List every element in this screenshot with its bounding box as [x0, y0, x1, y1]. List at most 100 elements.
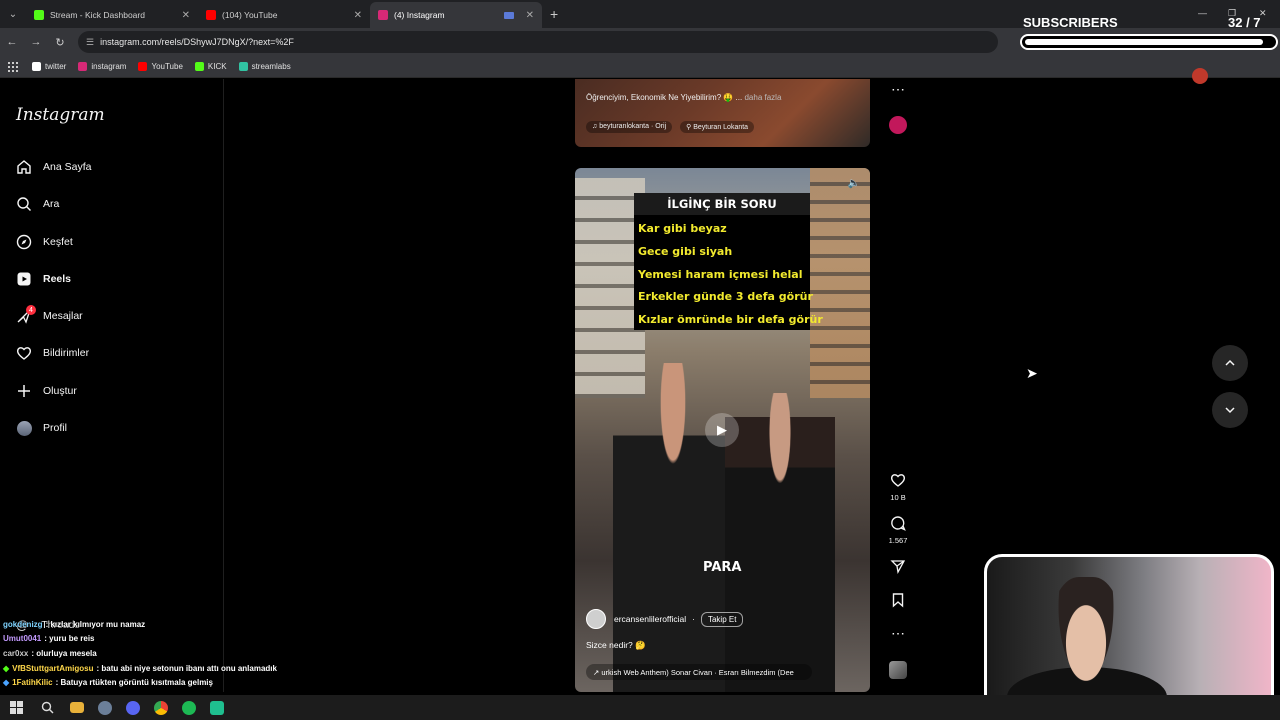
compass-icon	[16, 234, 32, 250]
sidebar-item-reels[interactable]: Reels	[16, 271, 71, 287]
tab-title: (4) Instagram	[394, 10, 445, 20]
chat-username: car0xx	[3, 648, 29, 658]
chat-text: : kızlar kılmıyor mu namaz	[45, 619, 146, 629]
messenger-icon: 4	[16, 305, 36, 324]
reels-icon	[16, 271, 32, 287]
cast-icon	[503, 11, 514, 19]
reload-icon[interactable]: ↻	[48, 36, 72, 49]
back-icon[interactable]: ←	[0, 36, 24, 48]
tab-kick-dashboard[interactable]: Stream - Kick Dashboard ✕	[26, 2, 198, 28]
badge-icon: ◆	[3, 678, 10, 688]
bookmarks-bar: twitter instagram YouTube KICK streamlab…	[0, 56, 1280, 78]
audio-pill[interactable]: ↗ urkish Web Anthem) Sonar Civan · Esrar…	[586, 664, 812, 680]
sidebar-item-home[interactable]: Ana Sayfa	[16, 159, 91, 175]
avatar[interactable]	[586, 609, 606, 629]
close-icon[interactable]: ✕	[182, 10, 190, 21]
bookmark-twitter[interactable]: twitter	[32, 62, 66, 71]
volume-icon[interactable]: 🔈	[848, 178, 860, 189]
previous-reel-button[interactable]	[1212, 345, 1248, 381]
new-tab-button[interactable]: +	[550, 6, 558, 22]
bookmark-youtube[interactable]: YouTube	[138, 62, 183, 71]
question-line: Kızlar ömründe bir defa görür	[638, 313, 823, 326]
instagram-logo[interactable]: Instagram	[16, 105, 105, 125]
sidebar-item-profile[interactable]: Profil	[16, 420, 67, 436]
background-building	[810, 168, 870, 398]
sidebar-item-create[interactable]: Oluştur	[16, 383, 77, 399]
sidebar-item-label: Keşfet	[43, 236, 73, 248]
person-figure	[725, 393, 835, 692]
windows-start-icon[interactable]	[8, 699, 25, 716]
author-name[interactable]: ercansenlilerofficial	[614, 614, 686, 624]
follow-button[interactable]: Takip Et	[700, 611, 744, 627]
spotify-icon[interactable]	[182, 700, 196, 715]
sidebar-item-label: Ara	[43, 198, 60, 210]
bookmark-label: streamlabs	[251, 62, 291, 71]
sidebar-item-label: Mesajlar	[43, 310, 83, 322]
reel-video[interactable]: İLGİNÇ BİR SORU Kar gibi beyaz Gece gibi…	[575, 168, 870, 692]
chat-message: car0xx: olurluya mesela	[0, 646, 360, 661]
question-overlay-title: İLGİNÇ BİR SORU	[634, 193, 810, 215]
minimize-icon[interactable]: —	[1198, 8, 1207, 18]
video-subtitle: PARA	[703, 560, 742, 575]
like-button[interactable]	[887, 472, 909, 491]
file-explorer-icon[interactable]	[70, 702, 84, 713]
kick-icon	[34, 10, 44, 20]
question-line: Gece gibi siyah	[638, 245, 733, 258]
reel-description: Sizce nedir? 🤔	[586, 640, 646, 650]
bookmark-instagram[interactable]: instagram	[78, 62, 126, 71]
comment-button[interactable]	[887, 515, 909, 534]
bookmark-kick[interactable]: KICK	[194, 62, 227, 71]
share-button[interactable]	[887, 558, 909, 577]
comment-count: 1.567	[888, 536, 908, 545]
audio-avatar-icon[interactable]	[889, 116, 907, 134]
chrome-icon[interactable]	[154, 700, 168, 715]
url-input[interactable]: ☰ instagram.com/reels/DShywJ7DNgX/?next=…	[78, 31, 998, 53]
separator-dot: ·	[692, 614, 695, 624]
audio-label: beyturanlokanta · Orij	[599, 123, 667, 130]
home-icon	[16, 159, 32, 175]
sidebar-item-search[interactable]: Ara	[16, 196, 59, 212]
sidebar-item-explore[interactable]: Keşfet	[16, 234, 73, 250]
subscribers-goal-count: 32 / 7	[1228, 15, 1261, 30]
bookmark-label: KICK	[207, 62, 227, 71]
more-link[interactable]: daha fazla	[744, 93, 781, 102]
question-line: Yemesi haram içmesi helal	[638, 268, 803, 281]
close-icon[interactable]: ✕	[354, 10, 362, 21]
sidebar-item-label: Bildirimler	[43, 347, 90, 359]
bookmark-streamlabs[interactable]: streamlabs	[238, 62, 291, 71]
heart-icon	[16, 345, 32, 361]
audio-label: urkish Web Anthem) Sonar Civan · Esrarı …	[601, 667, 794, 677]
tab-youtube[interactable]: (104) YouTube ✕	[198, 2, 370, 28]
instagram-icon	[78, 62, 88, 71]
subscribers-goal-fill	[1025, 39, 1263, 45]
more-options-icon[interactable]: ⋯	[887, 81, 909, 98]
like-count: 10 B	[890, 493, 906, 502]
kick-studio-icon[interactable]	[210, 700, 224, 715]
webcam-face	[1051, 577, 1121, 697]
app-icon[interactable]	[98, 700, 112, 715]
chat-text: : batu abi niye setonun ibanı attı onu a…	[96, 663, 277, 673]
search-icon[interactable]	[39, 699, 56, 716]
sidebar-item-label: Profil	[43, 422, 67, 434]
save-button[interactable]	[887, 592, 909, 611]
audio-pill[interactable]: ♫ beyturanlokanta · Orij	[586, 121, 673, 133]
tab-search-button[interactable]: ⌄	[0, 0, 26, 28]
sidebar-item-notifications[interactable]: Bildirimler	[16, 345, 89, 361]
site-info-icon[interactable]: ☰	[86, 37, 94, 48]
chat-username: 1FatihKilic	[12, 678, 53, 688]
play-icon[interactable]: ▶	[705, 413, 739, 447]
forward-icon[interactable]: →	[24, 36, 48, 48]
discord-icon[interactable]	[126, 700, 140, 715]
apps-grid-icon[interactable]	[8, 61, 18, 72]
previous-reel[interactable]: Öğrenciyim, Ekonomik Ne Yiyebilirim? 🤑 .…	[575, 79, 870, 147]
avatar	[16, 420, 32, 436]
tab-title: Stream - Kick Dashboard	[50, 10, 145, 20]
sidebar-item-label: Oluştur	[43, 385, 77, 397]
location-pill[interactable]: ⚲ Beyturan Lokanta	[680, 121, 755, 133]
audio-thumbnail[interactable]	[889, 661, 907, 679]
close-icon[interactable]: ✕	[526, 10, 534, 21]
next-reel-button[interactable]	[1212, 392, 1248, 428]
tab-instagram[interactable]: (4) Instagram ✕	[370, 2, 542, 28]
sidebar-item-messages[interactable]: 4 Mesajlar	[16, 305, 83, 324]
more-options-icon[interactable]: ⋯	[887, 625, 909, 642]
